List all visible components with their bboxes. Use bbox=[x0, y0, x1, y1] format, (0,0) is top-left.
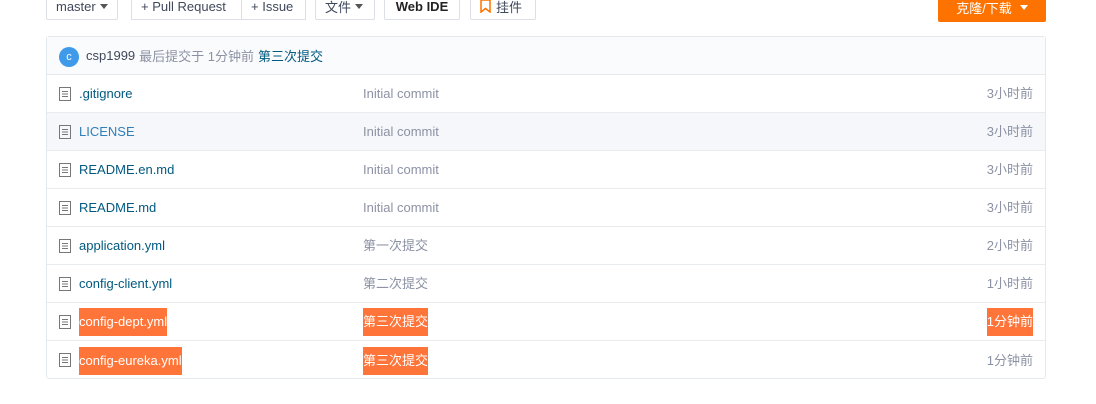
file-commit-message[interactable]: 第三次提交 bbox=[363, 307, 429, 336]
chevron-down-icon bbox=[1019, 4, 1028, 10]
chevron-down-icon bbox=[99, 3, 108, 9]
file-name-link[interactable]: README.en.md bbox=[79, 159, 174, 181]
table-row[interactable]: config-dept.yml 第三次提交 1分钟前 bbox=[47, 303, 1045, 341]
new-pull-request-button[interactable]: + Pull Request bbox=[131, 0, 242, 20]
web-ide-button[interactable]: Web IDE bbox=[384, 0, 460, 20]
table-row[interactable]: README.md Initial commit 3小时前 bbox=[47, 189, 1045, 227]
file-name-link[interactable]: .gitignore bbox=[79, 83, 132, 105]
plugin-label: 挂件 bbox=[496, 0, 523, 15]
file-name-link[interactable]: config-client.yml bbox=[79, 273, 172, 295]
branch-select[interactable]: master bbox=[46, 0, 118, 20]
table-row[interactable]: application.yml 第一次提交 2小时前 bbox=[47, 227, 1045, 265]
file-list: .gitignore Initial commit 3小时前 LICENSE I… bbox=[47, 75, 1045, 380]
file-commit-message[interactable]: Initial commit bbox=[363, 159, 439, 181]
new-issue-button[interactable]: + Issue bbox=[242, 0, 306, 20]
web-ide-label: Web IDE bbox=[395, 0, 449, 14]
file-commit-message[interactable]: Initial commit bbox=[363, 83, 439, 105]
file-list-panel: c csp1999 最后提交于 1分钟前 第三次提交 .gitignore In… bbox=[46, 36, 1046, 379]
repo-toolbar: master + Pull Request + Issue 文件 Web IDE… bbox=[0, 0, 1096, 22]
file-commit-time: 3小时前 bbox=[986, 161, 1033, 177]
file-commit-message[interactable]: Initial commit bbox=[363, 197, 439, 219]
file-commit-time: 1分钟前 bbox=[986, 352, 1033, 368]
file-menu-button[interactable]: 文件 bbox=[315, 0, 375, 20]
file-name-link[interactable]: README.md bbox=[79, 197, 156, 219]
file-menu-label: 文件 bbox=[325, 0, 352, 15]
file-commit-time: 3小时前 bbox=[986, 199, 1033, 215]
file-commit-time: 3小时前 bbox=[986, 85, 1033, 101]
file-commit-message[interactable]: 第二次提交 bbox=[363, 273, 428, 295]
plugin-button[interactable]: 挂件 bbox=[470, 0, 536, 20]
table-row[interactable]: config-client.yml 第二次提交 1小时前 bbox=[47, 265, 1045, 303]
file-icon bbox=[59, 353, 71, 367]
file-commit-time: 3小时前 bbox=[986, 123, 1033, 139]
table-row[interactable]: README.en.md Initial commit 3小时前 bbox=[47, 151, 1045, 189]
pr-issue-group: + Pull Request + Issue bbox=[131, 0, 306, 20]
file-icon bbox=[59, 163, 71, 177]
file-icon bbox=[59, 201, 71, 215]
clone-download-button[interactable]: 克隆/下载 bbox=[938, 0, 1046, 22]
table-row[interactable]: .gitignore Initial commit 3小时前 bbox=[47, 75, 1045, 113]
file-icon bbox=[59, 125, 71, 139]
issue-label: + Issue bbox=[251, 0, 294, 14]
file-commit-time: 2小时前 bbox=[986, 237, 1033, 253]
file-icon bbox=[59, 277, 71, 291]
file-commit-message[interactable]: 第一次提交 bbox=[363, 235, 428, 257]
branch-label: master bbox=[56, 0, 96, 14]
commit-author[interactable]: csp1999 bbox=[86, 48, 135, 63]
commit-meta: 最后提交于 1分钟前 bbox=[139, 49, 254, 64]
pull-request-label: + Pull Request bbox=[141, 0, 226, 14]
commit-message-link[interactable]: 第三次提交 bbox=[258, 46, 323, 65]
file-commit-time: 1小时前 bbox=[986, 275, 1033, 291]
file-icon bbox=[59, 87, 71, 101]
clone-label: 克隆/下载 bbox=[956, 0, 1012, 16]
file-name-link[interactable]: config-eureka.yml bbox=[79, 346, 182, 375]
file-name-link[interactable]: LICENSE bbox=[79, 121, 135, 143]
file-name-link[interactable]: config-dept.yml bbox=[79, 307, 168, 336]
avatar[interactable]: c bbox=[59, 46, 79, 67]
table-row[interactable]: config-eureka.yml 第三次提交 1分钟前 bbox=[47, 341, 1045, 380]
file-icon bbox=[59, 315, 71, 329]
file-name-link[interactable]: application.yml bbox=[79, 235, 165, 257]
file-commit-time: 1分钟前 bbox=[986, 307, 1033, 336]
last-commit-bar: c csp1999 最后提交于 1分钟前 第三次提交 bbox=[47, 37, 1045, 75]
table-row[interactable]: LICENSE Initial commit 3小时前 bbox=[47, 113, 1045, 151]
file-commit-message[interactable]: Initial commit bbox=[363, 121, 439, 143]
chevron-down-icon bbox=[355, 3, 364, 9]
file-icon bbox=[59, 239, 71, 253]
file-commit-message[interactable]: 第三次提交 bbox=[363, 346, 429, 375]
bookmark-icon bbox=[480, 0, 491, 13]
